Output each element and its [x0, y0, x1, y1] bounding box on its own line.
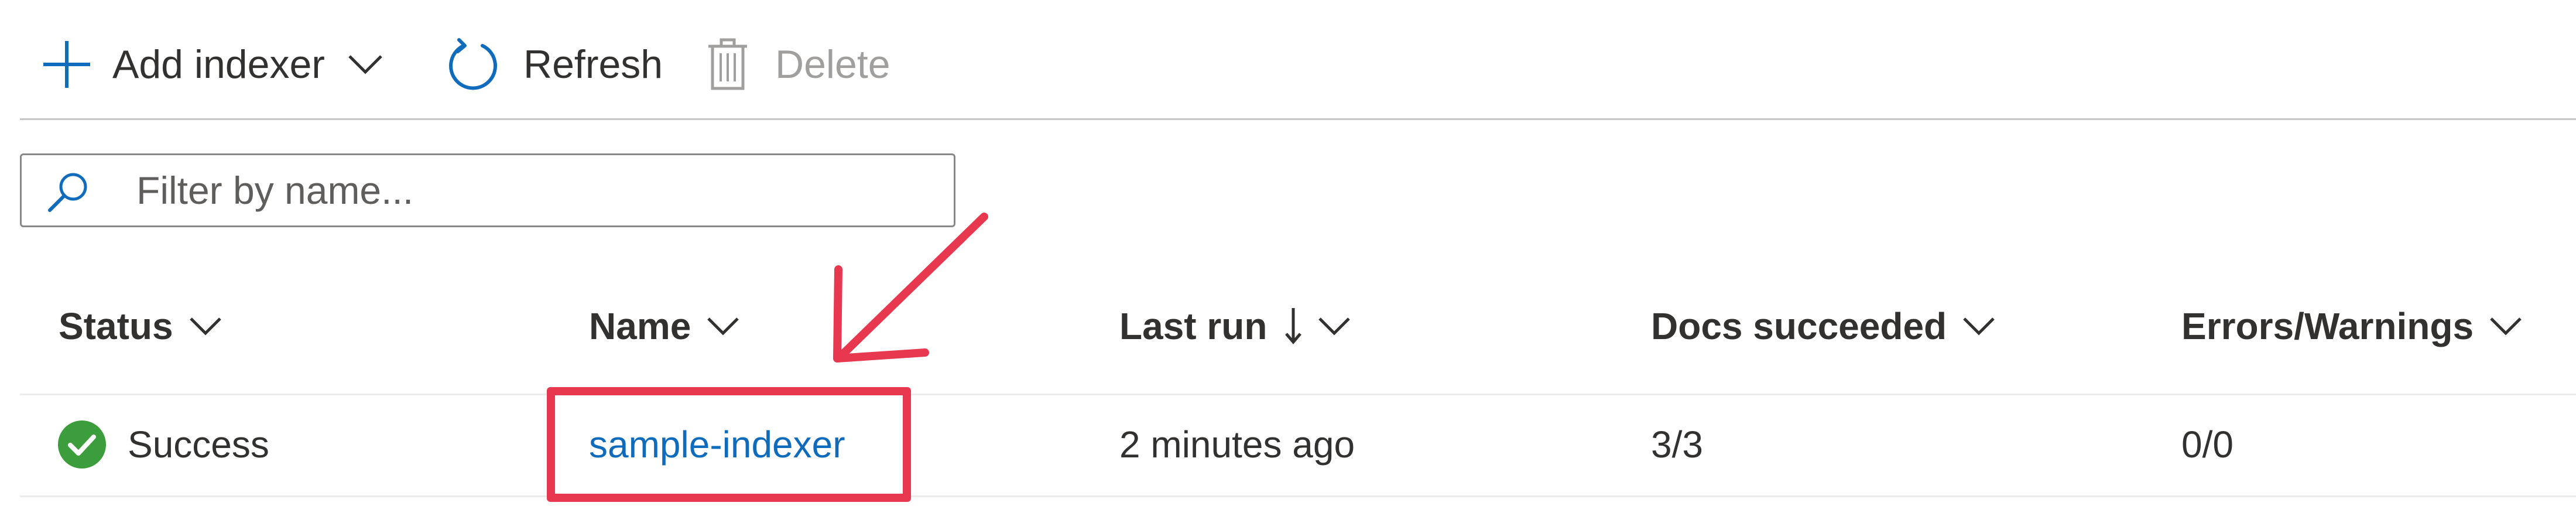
add-indexer-label: Add indexer — [112, 42, 325, 87]
column-header-errors-warnings[interactable]: Errors/Warnings — [2181, 300, 2523, 353]
add-indexer-button[interactable]: Add indexer — [41, 35, 383, 94]
row-divider — [20, 495, 2576, 497]
column-header-docs-succeeded[interactable]: Docs succeeded — [1651, 300, 1996, 353]
chevron-down-icon — [1962, 316, 1996, 336]
search-icon — [46, 170, 90, 217]
name-cell: sample-indexer — [589, 418, 845, 471]
column-header-label: Status — [59, 305, 173, 347]
column-header-status[interactable]: Status — [59, 300, 222, 353]
trash-icon — [707, 38, 748, 91]
arrow-down-icon — [1284, 307, 1302, 346]
plus-icon — [41, 39, 93, 90]
filter-input[interactable] — [136, 166, 933, 215]
annotation-arrow-icon — [833, 213, 988, 363]
chevron-down-icon — [706, 316, 740, 336]
delete-label: Delete — [775, 42, 890, 87]
column-header-label: Name — [589, 305, 691, 347]
chevron-down-icon[interactable] — [347, 54, 383, 75]
status-text: Success — [128, 423, 269, 466]
column-header-last-run[interactable]: Last run — [1119, 300, 1351, 353]
status-cell: Success — [57, 418, 269, 471]
errors-warnings-cell: 0/0 — [2181, 423, 2234, 466]
toolbar-divider — [20, 118, 2576, 120]
indexer-name-link[interactable]: sample-indexer — [589, 423, 845, 466]
column-header-label: Errors/Warnings — [2181, 305, 2474, 347]
refresh-icon — [446, 37, 500, 91]
docs-succeeded-cell: 3/3 — [1651, 423, 1703, 466]
filter-box — [20, 153, 955, 227]
chevron-down-icon — [189, 316, 222, 336]
last-run-cell: 2 minutes ago — [1119, 423, 1355, 466]
command-bar: Add indexer Refresh Delete — [0, 0, 2576, 119]
column-header-label: Last run — [1119, 305, 1268, 347]
chevron-down-icon — [2489, 316, 2523, 336]
success-check-icon — [57, 420, 107, 469]
refresh-label: Refresh — [523, 42, 663, 87]
column-header-name[interactable]: Name — [589, 300, 740, 353]
delete-button[interactable]: Delete — [707, 35, 890, 94]
column-header-label: Docs succeeded — [1651, 305, 1947, 347]
chevron-down-icon — [1317, 316, 1351, 336]
header-row-divider — [20, 394, 2576, 395]
refresh-button[interactable]: Refresh — [446, 35, 663, 94]
